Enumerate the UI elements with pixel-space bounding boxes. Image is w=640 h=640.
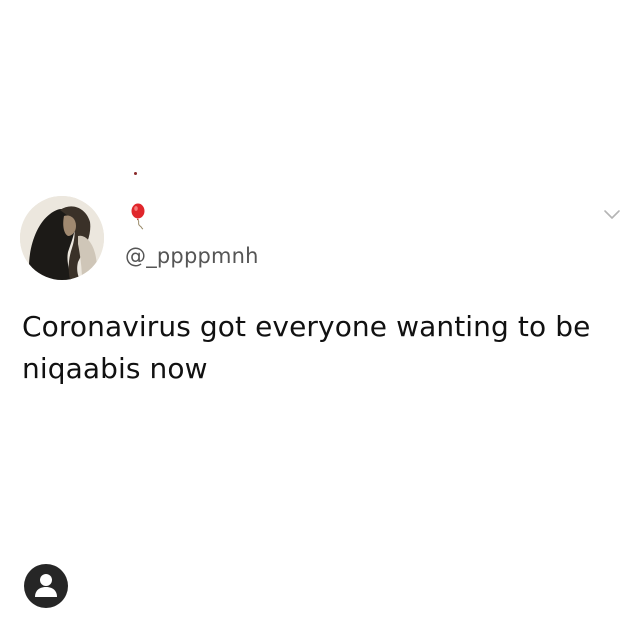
tweet-text: Coronavirus got everyone wanting to be n…	[22, 310, 591, 385]
speck-mark	[134, 172, 137, 175]
chevron-down-icon[interactable]	[603, 208, 621, 222]
tweet-screenshot: @_ppppmnh Coronavirus got everyone wanti…	[0, 0, 640, 640]
avatar[interactable]	[20, 196, 104, 280]
user-handle[interactable]: @_ppppmnh	[125, 244, 259, 268]
avatar-photo	[20, 196, 104, 280]
profile-button[interactable]	[24, 564, 68, 608]
person-icon	[35, 574, 57, 597]
red-balloon-icon	[131, 203, 145, 230]
